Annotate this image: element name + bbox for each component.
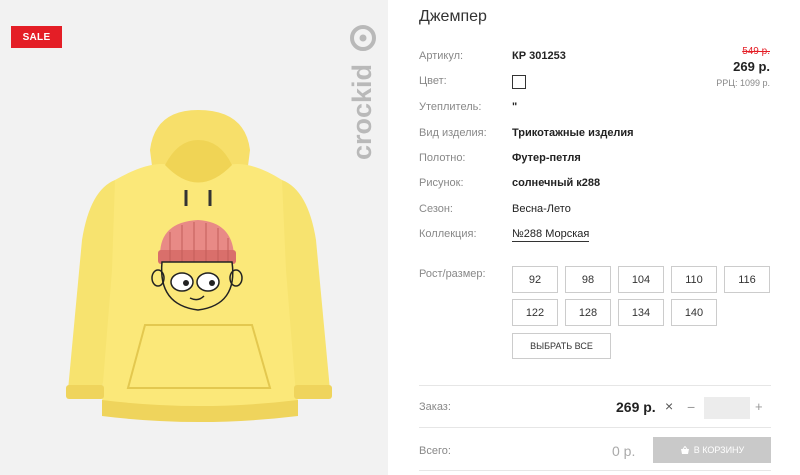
- size-option[interactable]: 104: [618, 266, 664, 293]
- times-icon: ×: [665, 398, 674, 414]
- collection-link[interactable]: №288 Морская: [512, 228, 590, 242]
- order-price: 269 р.: [616, 399, 656, 415]
- size-option[interactable]: 134: [618, 299, 664, 326]
- spec-label-collection: Коллекция:: [419, 228, 477, 240]
- size-option[interactable]: 122: [512, 299, 558, 326]
- recommended-price: РРЦ: 1099 р.: [716, 78, 770, 88]
- divider: [419, 427, 771, 428]
- spec-label-article: Артикул:: [419, 50, 464, 62]
- color-swatch[interactable]: [512, 75, 526, 89]
- size-option[interactable]: 116: [724, 266, 770, 293]
- basket-icon: [680, 445, 689, 454]
- quantity-decrease-button[interactable]: −: [687, 399, 695, 415]
- spec-label-product-type: Вид изделия:: [419, 127, 487, 139]
- select-all-sizes-button[interactable]: ВЫБРАТЬ ВСЕ: [512, 333, 611, 359]
- total-value: 0 р.: [612, 443, 636, 459]
- quantity-input[interactable]: [704, 397, 750, 419]
- spec-value-insulation: ": [512, 101, 518, 113]
- spec-value-product-type: Трикотажные изделия: [512, 127, 634, 139]
- add-to-cart-label: В КОРЗИНУ: [693, 445, 745, 455]
- divider: [419, 470, 771, 471]
- size-label: Рост/размер:: [419, 268, 486, 280]
- product-image-panel: SALE crockid: [0, 0, 388, 475]
- sale-badge: SALE: [11, 26, 62, 48]
- add-to-cart-button[interactable]: В КОРЗИНУ: [653, 437, 771, 463]
- size-option[interactable]: 110: [671, 266, 717, 293]
- spec-value-fabric: Футер-петля: [512, 152, 581, 164]
- order-label: Заказ:: [419, 401, 451, 413]
- spec-label-pattern: Рисунок:: [419, 177, 464, 189]
- quantity-increase-button[interactable]: +: [755, 399, 763, 414]
- spec-value-article: КР 301253: [512, 50, 566, 62]
- current-price: 269 р.: [733, 59, 770, 74]
- size-option[interactable]: 128: [565, 299, 611, 326]
- size-option[interactable]: 92: [512, 266, 558, 293]
- product-title: Джемпер: [419, 8, 487, 25]
- spec-label-color: Цвет:: [419, 75, 447, 87]
- size-option[interactable]: 140: [671, 299, 717, 326]
- collection-link-wrap: №288 Морская: [512, 228, 590, 242]
- spec-label-fabric: Полотно:: [419, 152, 466, 164]
- brand-logo: crockid: [347, 25, 377, 160]
- product-photo: [66, 110, 332, 422]
- spec-label-insulation: Утеплитель:: [419, 101, 482, 113]
- old-price: 549 р.: [742, 46, 770, 57]
- total-label: Всего:: [419, 445, 451, 457]
- size-option[interactable]: 98: [565, 266, 611, 293]
- spec-label-season: Сезон:: [419, 203, 453, 215]
- brand-logo-text: crockid: [347, 64, 377, 160]
- spec-value-pattern: солнечный к288: [512, 177, 601, 189]
- spec-value-season: Весна-Лето: [512, 203, 571, 215]
- divider: [419, 385, 771, 386]
